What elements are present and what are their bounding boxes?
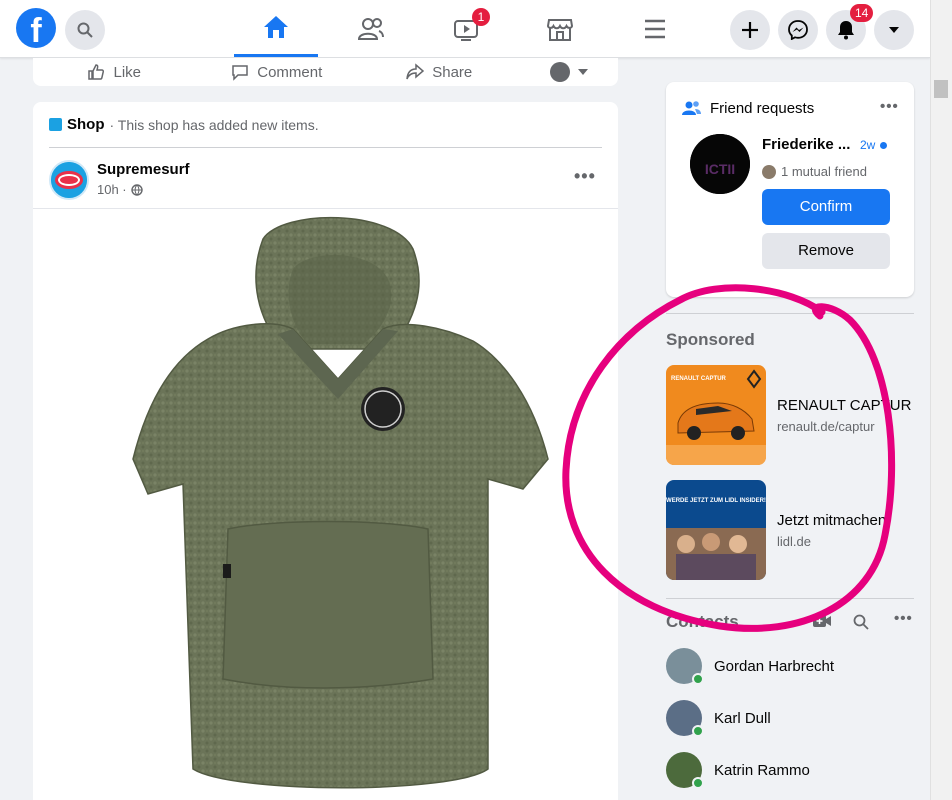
tab-watch[interactable]: 1 — [424, 0, 508, 57]
menu-icon — [645, 19, 665, 38]
comment-button[interactable]: Comment — [196, 58, 359, 86]
tab-friends[interactable] — [329, 0, 413, 57]
friend-requests-card: Friend requests ••• ICTII Friederike ...… — [666, 82, 914, 297]
notifications-button[interactable]: 14 — [826, 4, 874, 50]
plus-icon — [742, 22, 758, 38]
sponsored-title: Sponsored — [666, 330, 755, 349]
divider — [49, 147, 602, 148]
messenger-icon — [788, 20, 808, 40]
mutual-friends[interactable]: 1 mutual friend — [762, 164, 867, 179]
online-status-dot — [692, 777, 704, 789]
search-icon — [77, 22, 93, 38]
comment-icon — [232, 65, 248, 81]
post-meta: 10h · — [97, 182, 143, 197]
new-room-icon[interactable] — [812, 613, 832, 629]
contacts-title: Contacts — [666, 612, 739, 631]
home-icon — [264, 16, 288, 38]
tab-menu[interactable] — [613, 0, 697, 57]
share-button[interactable]: Share — [358, 58, 521, 86]
request-time: 2w — [860, 138, 876, 152]
friend-requests-title: Friend requests — [710, 100, 815, 117]
contact-avatar — [666, 752, 704, 789]
previous-post-actions: Like Comment Share — [33, 58, 618, 86]
post-options-button[interactable]: ••• — [574, 166, 596, 187]
globe-icon — [130, 183, 143, 196]
notifications-badge: 14 — [850, 4, 874, 22]
confirm-button[interactable]: Confirm — [762, 189, 890, 225]
friends-icon — [682, 101, 701, 115]
shop-post-card: Shop · This shop has added new items. Su… — [33, 102, 618, 800]
marketplace-icon — [546, 18, 574, 41]
contact-name: Karl Dull — [714, 709, 771, 727]
shop-text: · This shop has added new items. — [109, 116, 319, 133]
hooded-poncho-illustration — [132, 216, 549, 789]
profile-mini-avatar — [550, 62, 571, 82]
share-label: Share — [432, 63, 473, 81]
remove-button[interactable]: Remove — [762, 233, 890, 269]
top-navigation-bar: f 1 14 — [0, 0, 930, 58]
contacts-options-button[interactable]: ••• — [894, 610, 913, 627]
contact-item[interactable]: Katrin Rammo — [666, 750, 810, 790]
contact-name: Katrin Rammo — [714, 761, 810, 779]
renault-car-ad-art: RENAULT CAPTUR — [666, 365, 766, 465]
contact-item[interactable]: Gordan Harbrecht — [666, 646, 834, 686]
requester-avatar-art: ICTII — [690, 134, 750, 194]
ad-lidl-image[interactable]: WERDE JETZT ZUM LIDL INSIDER! — [666, 480, 766, 580]
facebook-logo[interactable]: f — [16, 8, 56, 50]
tab-home[interactable] — [234, 0, 318, 57]
ad-renault-image-text: RENAULT CAPTUR — [671, 376, 727, 382]
contact-avatar — [666, 648, 704, 685]
ad-lidl-url[interactable]: lidl.de — [777, 534, 811, 549]
contact-avatar — [666, 700, 704, 737]
messenger-button[interactable] — [778, 10, 818, 50]
comment-label: Comment — [257, 63, 323, 81]
shop-label[interactable]: Shop — [67, 116, 105, 133]
divider — [666, 598, 914, 599]
like-label: Like — [113, 63, 142, 81]
account-menu-button[interactable] — [874, 10, 914, 50]
supremesurf-logo — [51, 162, 87, 198]
post-time[interactable]: 10h · — [97, 182, 127, 197]
search-button[interactable] — [65, 10, 105, 50]
unread-dot — [880, 142, 887, 149]
contact-name: Gordan Harbrecht — [714, 657, 835, 675]
watch-badge: 1 — [472, 8, 490, 26]
ad-renault-title[interactable]: RENAULT CAPTUR — [777, 397, 911, 414]
thumbs-up-icon — [88, 64, 105, 80]
author-avatar[interactable] — [49, 160, 89, 200]
mutual-friend-avatar — [762, 164, 776, 179]
browser-scrollbar[interactable] — [930, 0, 952, 800]
lidl-insider-ad-art: WERDE JETZT ZUM LIDL INSIDER! — [666, 480, 766, 580]
caret-down-icon — [889, 27, 899, 33]
search-icon[interactable] — [853, 614, 869, 630]
ad-lidl-title[interactable]: Jetzt mitmachen! — [777, 512, 890, 529]
friends-icon — [357, 17, 384, 40]
tab-marketplace[interactable] — [518, 0, 602, 57]
author-name[interactable]: Supremesurf — [97, 161, 190, 178]
shop-header: Shop · This shop has added new items. — [49, 116, 319, 133]
share-icon — [406, 63, 425, 80]
reaction-audience-selector[interactable] — [521, 58, 619, 86]
bell-icon — [838, 21, 854, 40]
scrollbar-thumb[interactable] — [934, 80, 948, 98]
divider — [666, 313, 914, 314]
like-button[interactable]: Like — [33, 58, 196, 86]
create-button[interactable] — [730, 10, 770, 50]
requester-avatar[interactable]: ICTII — [690, 134, 750, 194]
contact-item[interactable]: Karl Dull — [666, 698, 771, 738]
online-status-dot — [692, 725, 704, 737]
online-status-dot — [692, 673, 704, 685]
mutual-friends-label: 1 mutual friend — [781, 164, 867, 179]
shop-icon — [49, 118, 62, 131]
ad-renault-url[interactable]: renault.de/captur — [777, 419, 875, 434]
requester-avatar-text: ICTII — [705, 161, 735, 177]
product-image[interactable] — [33, 208, 618, 800]
ad-lidl-image-text: WERDE JETZT ZUM LIDL INSIDER! — [666, 498, 766, 504]
caret-down-icon — [578, 69, 589, 75]
friend-requests-options-button[interactable]: ••• — [880, 98, 899, 115]
requester-name[interactable]: Friederike ... — [762, 136, 850, 153]
ad-renault-image[interactable]: RENAULT CAPTUR — [666, 365, 766, 465]
